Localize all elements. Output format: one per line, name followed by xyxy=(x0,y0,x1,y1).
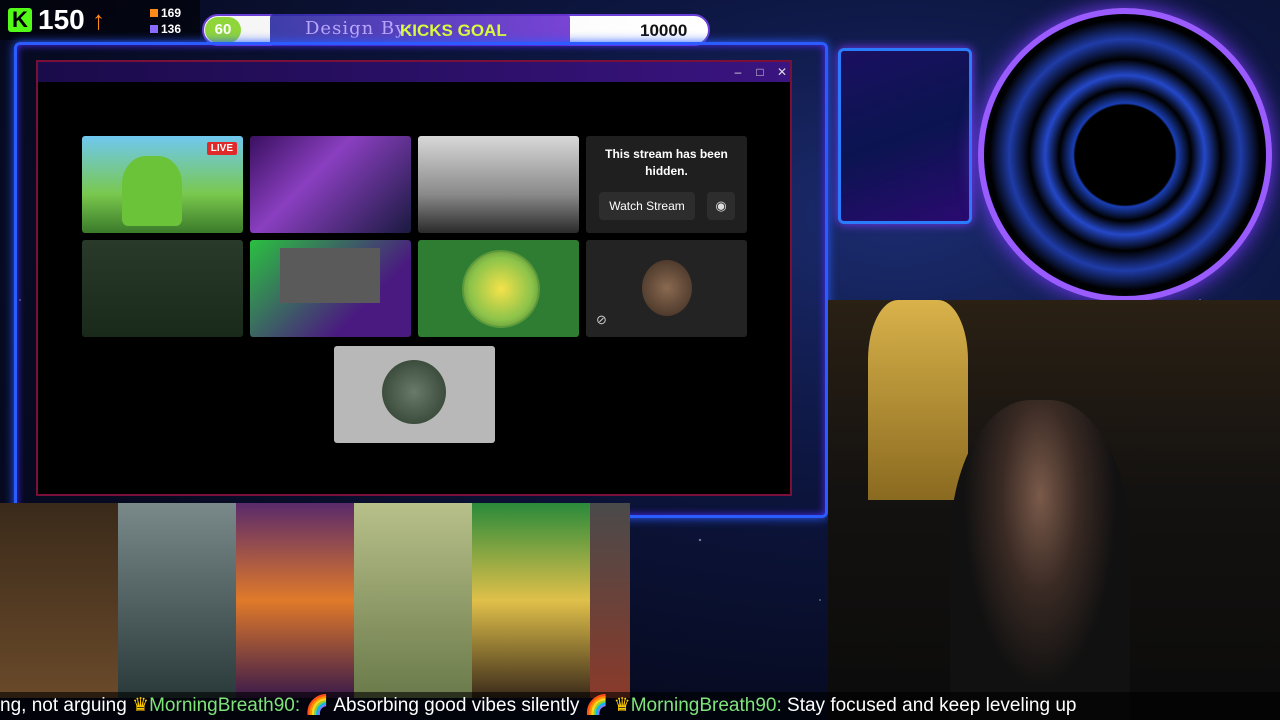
stream-tile[interactable] xyxy=(82,240,243,337)
stream-tile[interactable] xyxy=(334,346,495,443)
stream-tile[interactable]: LIVE xyxy=(82,136,243,233)
stat-upper: 169 xyxy=(150,6,181,20)
viewer-avatar xyxy=(590,503,630,698)
stat-lower: 136 xyxy=(150,22,181,36)
rainbow-icon: 🌈 xyxy=(584,695,609,716)
watch-stream-button[interactable]: Watch Stream xyxy=(599,192,695,220)
side-panel-frame xyxy=(838,48,972,224)
ticker-username: MorningBreath90: xyxy=(630,695,782,716)
character-image xyxy=(122,156,182,226)
screen-share-image xyxy=(280,248,380,303)
streamer xyxy=(950,400,1130,720)
monkey-avatar xyxy=(642,260,692,316)
window-titlebar[interactable]: – □ ✕ xyxy=(38,62,790,82)
galaxy-logo xyxy=(978,8,1272,302)
live-badge: LIVE xyxy=(206,142,237,155)
crown-icon: ♛ xyxy=(132,695,150,716)
background-prop xyxy=(868,300,968,500)
stream-tile[interactable] xyxy=(250,240,411,337)
rainbow-icon: 🌈 xyxy=(305,695,330,716)
close-icon[interactable]: ✕ xyxy=(774,64,790,80)
kick-logo-icon: K xyxy=(8,8,32,32)
viewer-avatar xyxy=(0,503,118,698)
ticker-message: Absorbing good vibes silently xyxy=(333,695,580,716)
viewer-avatar xyxy=(236,503,354,698)
maximize-icon[interactable]: □ xyxy=(752,64,768,80)
stream-tile[interactable] xyxy=(250,136,411,233)
viewer-avatar xyxy=(118,503,236,698)
follower-counter-panel: K 150 ↑ 169 136 xyxy=(0,0,200,40)
ticker-username: MorningBreath90: xyxy=(149,695,301,716)
frog-avatar xyxy=(462,250,540,328)
kick-count: 150 xyxy=(38,4,85,35)
up-arrow-icon: ↑ xyxy=(92,5,105,35)
stream-tile[interactable]: ⊘ xyxy=(586,240,747,337)
chat-ticker: ng, not arguing ♛MorningBreath90: 🌈 Abso… xyxy=(0,692,1280,720)
stream-window: – □ ✕ LIVE This stream has been hidden. … xyxy=(36,60,792,496)
hidden-stream-message: This stream has been hidden. xyxy=(605,147,728,178)
chart-icon xyxy=(150,25,158,33)
goal-label: KICKS GOAL xyxy=(400,21,507,40)
ticker-message: Stay focused and keep leveling up xyxy=(787,695,1077,716)
crown-icon: ♛ xyxy=(613,695,631,716)
goal-target: 10000 xyxy=(640,21,688,40)
video-off-icon: ⊘ xyxy=(596,312,607,327)
goal-design-label: Design By: xyxy=(305,18,414,39)
stream-tile[interactable] xyxy=(418,240,579,337)
viewer-avatar xyxy=(472,503,590,698)
eye-icon[interactable]: ◉ xyxy=(707,192,735,220)
viewer-avatar xyxy=(354,503,472,698)
ticker-text: ng, not arguing xyxy=(0,695,127,716)
tower-avatar xyxy=(382,360,446,424)
minimize-icon[interactable]: – xyxy=(730,64,746,80)
stream-tile[interactable] xyxy=(418,136,579,233)
user-icon xyxy=(150,9,158,17)
hidden-stream-tile: This stream has been hidden. Watch Strea… xyxy=(586,136,747,233)
goal-level-badge: 60 xyxy=(205,17,241,43)
